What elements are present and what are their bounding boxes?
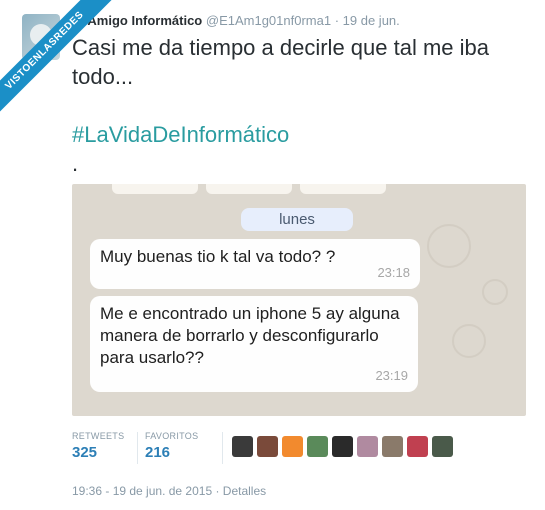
user-avatar-2[interactable] (257, 436, 278, 457)
user-avatar-1[interactable] (232, 436, 253, 457)
favorites-stat[interactable]: FAVORITOS 216 (145, 431, 198, 461)
retweets-label: RETWEETS (72, 431, 125, 441)
chat-message-time: 23:18 (377, 265, 410, 280)
tweet-text: Casi me da tiempo a decirle que tal me i… (72, 33, 512, 178)
favorited-by-avatars (232, 436, 453, 457)
tweet-date[interactable]: · 19 de jun. (335, 13, 400, 28)
tweet-media-image[interactable]: lunes Muy buenas tio k tal va todo? ? 23… (72, 184, 526, 416)
tweet-header: El Amigo Informático @E1Am1g01nf0rma1 · … (72, 13, 400, 28)
background-doodle (427, 224, 471, 268)
chat-message-text: Me e encontrado un iphone 5 ay alguna ma… (100, 304, 400, 367)
user-avatar-4[interactable] (307, 436, 328, 457)
chat-date-pill: lunes (241, 208, 353, 231)
favorites-label: FAVORITOS (145, 431, 199, 441)
user-avatar-8[interactable] (407, 436, 428, 457)
user-avatar-9[interactable] (432, 436, 453, 457)
user-avatar-7[interactable] (382, 436, 403, 457)
stats-divider (222, 432, 223, 464)
author-handle[interactable]: @E1Am1g01nf0rma1 (206, 13, 331, 28)
background-doodle (452, 324, 486, 358)
stats-divider (137, 432, 138, 464)
tweet-footer[interactable]: 19:36 - 19 de jun. de 2015 · Detalles (72, 484, 266, 498)
background-doodle (482, 279, 508, 305)
chat-message-text: Muy buenas tio k tal va todo? ? (100, 247, 336, 266)
hashtag-link[interactable]: #LaVidaDeInformático (72, 120, 512, 149)
favorites-count[interactable]: 216 (145, 444, 198, 461)
chat-message-time: 23:19 (375, 368, 408, 383)
chat-message-bubble: Me e encontrado un iphone 5 ay alguna ma… (90, 296, 418, 392)
retweets-stat[interactable]: RETWEETS 325 (72, 431, 124, 461)
chat-top-strip (112, 184, 412, 196)
chat-message-bubble: Muy buenas tio k tal va todo? ? 23:18 (90, 239, 420, 289)
user-avatar-6[interactable] (357, 436, 378, 457)
tweet-dot: . (72, 151, 79, 176)
tweet-body: Casi me da tiempo a decirle que tal me i… (72, 35, 489, 89)
retweets-count[interactable]: 325 (72, 444, 124, 461)
user-avatar-5[interactable] (332, 436, 353, 457)
user-avatar-3[interactable] (282, 436, 303, 457)
